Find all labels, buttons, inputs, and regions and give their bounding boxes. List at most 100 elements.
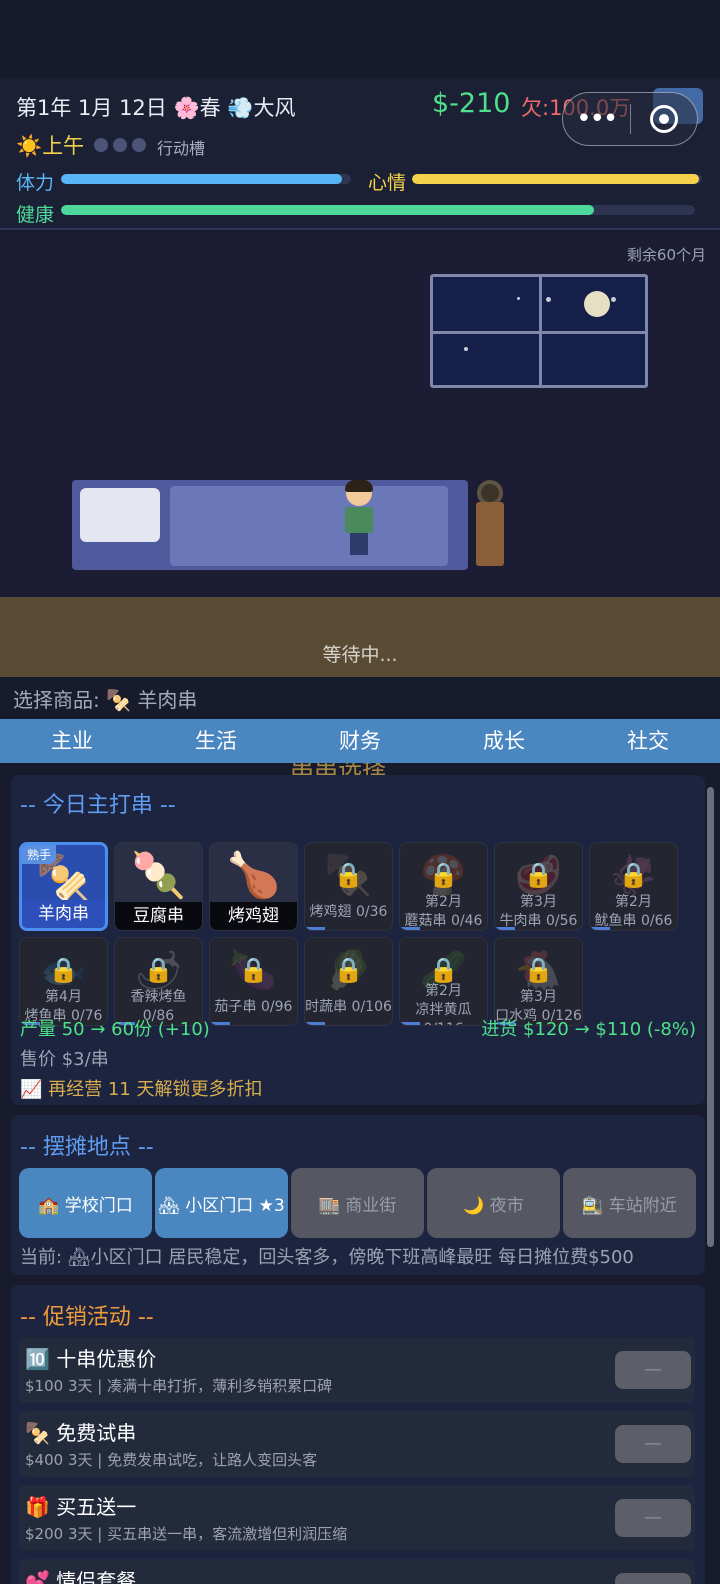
unlock-condition: 第2月: [425, 894, 462, 910]
location-button[interactable]: 🚉 车站附近: [563, 1168, 696, 1238]
content-scrollbar[interactable]: [707, 787, 714, 1247]
action-slot-dots: [94, 138, 146, 152]
time-of-day: ☀️上午: [16, 134, 85, 158]
skewer-card[interactable]: 🍗 烤鸡翅: [209, 842, 298, 931]
bed: [72, 480, 468, 570]
unlock-condition: 香辣烤鱼: [130, 989, 187, 1005]
location-button[interactable]: 🌙 夜市: [427, 1168, 560, 1238]
promotion-title: 🔟 十串优惠价: [25, 1347, 157, 1371]
skewer-name: 羊肉串: [22, 900, 105, 928]
skewer-icon: 🍗: [226, 850, 281, 901]
skewer-card[interactable]: 🥩 🔒 第3月 牛肉串 0/56: [494, 842, 583, 931]
unlock-condition: 第3月: [520, 894, 557, 910]
promotion-description: $200 3天 | 买五串送一串，客流激增但利润压缩: [25, 1525, 348, 1543]
promotion-action-button[interactable]: —: [615, 1425, 691, 1463]
lock-icon: 🔒: [238, 956, 269, 984]
unlock-progress-bar: [590, 927, 610, 930]
price-line: 售价 $3/串: [20, 1049, 109, 1070]
tab-life[interactable]: 生活: [144, 719, 288, 763]
blanket: [170, 486, 448, 566]
miniprogram-capsule: •••: [562, 92, 698, 146]
promotion-title: 💕 情侣套餐: [25, 1569, 137, 1584]
unlock-condition: 第3月: [520, 989, 557, 1005]
unlock-condition: 第4月: [45, 989, 82, 1005]
status-bar-area: [0, 0, 720, 78]
skewer-card[interactable]: 🍡 豆腐串: [114, 842, 203, 931]
tab-main-business[interactable]: 主业: [0, 719, 144, 763]
more-options-button[interactable]: •••: [563, 104, 630, 134]
location-panel-header: -- 摆摊地点 --: [20, 1135, 154, 1160]
health-label: 健康: [16, 204, 55, 226]
mood-label: 心情: [368, 172, 407, 194]
lock-icon: 🔒: [523, 861, 554, 889]
skewer-panel-header: -- 今日主打串 --: [20, 793, 176, 818]
unlock-progress-bar: [400, 1022, 420, 1025]
tab-finance[interactable]: 财务: [288, 719, 432, 763]
promotion-description: $400 3天 | 免费发串试吃，让路人变回头客: [25, 1451, 318, 1469]
mood-bar: [412, 174, 702, 184]
night-window: [430, 274, 648, 388]
player-character: [339, 480, 379, 560]
skewer-card[interactable]: 🐟 🔒 第4月 烤鱼串 0/76: [19, 937, 108, 1026]
purchase-line: 进货 $120 → $110 (-8%): [481, 1019, 696, 1040]
tab-content: 串串选择 -- 今日主打串 -- 🍢 熟手 羊肉串 🍡 豆腐串 🍗 烤鸡翅 🍢 🔒 烤鸡翅 0/3…: [0, 763, 720, 1584]
room-scene: 剩余60个月 等待中...: [0, 232, 720, 677]
output-line: 产量 50 → 60份 (+10): [20, 1019, 210, 1040]
moon-icon: [584, 291, 610, 317]
skewer-card[interactable]: 🍆 🔒 茄子串 0/96: [209, 937, 298, 1026]
promotion-panel-header: -- 促销活动 --: [20, 1305, 154, 1330]
skewer-card[interactable]: 🥒🔒第2月凉拌黄瓜0/116: [399, 937, 488, 1026]
promotion-item: 🍢 免费试串 $400 3天 | 免费发串试吃，让路人变回头客 —: [19, 1411, 695, 1477]
skewer-card[interactable]: 🍄 🔒 第2月 蘑菇串 0/46: [399, 842, 488, 931]
lock-icon: 🔒: [428, 861, 459, 889]
unlock-hint: 📈 再经营 11 天解锁更多折扣: [20, 1079, 263, 1100]
skewer-card[interactable]: 🍢 熟手 羊肉串: [19, 842, 108, 931]
promotion-action-button[interactable]: —: [615, 1499, 691, 1537]
current-location-line: 当前: 🏘小区门口 居民稳定，回头客多，傍晚下班高峰最旺 每日摊位费$500: [20, 1247, 634, 1268]
action-slot-dot: [113, 138, 127, 152]
star-icon: [611, 297, 616, 302]
game-screen: 第1年 1月 12日 🌸春 💨大风 $-210 欠:100.0万 ☀️上午 行动…: [0, 0, 720, 1584]
skewer-card[interactable]: 🌶 🔒 香辣烤鱼 0/86: [114, 937, 203, 1026]
skewer-card[interactable]: 🍢 🔒 烤鸡翅 0/36: [304, 842, 393, 931]
health-bar-fill: [61, 205, 594, 215]
close-miniprogram-button[interactable]: [631, 105, 698, 133]
location-button[interactable]: 🏫 学校门口: [19, 1168, 152, 1238]
stamina-bar-fill: [61, 174, 343, 184]
unlock-progress-bar: [400, 927, 420, 930]
bedside-lamp: [476, 502, 504, 566]
action-slot-dot: [94, 138, 108, 152]
promotion-action-button[interactable]: —: [615, 1351, 691, 1389]
action-slot-dot: [132, 138, 146, 152]
unlock-condition: 第2月: [425, 983, 462, 999]
unlock-progress-bar: [305, 1022, 325, 1025]
skewer-card[interactable]: 🦑 🔒 第2月 鱿鱼串 0/66: [589, 842, 678, 931]
lock-icon: 🔒: [143, 956, 174, 984]
promotion-description: $100 3天 | 凑满十串打折，薄利多销积累口碑: [25, 1377, 333, 1395]
skill-badge: 熟手: [22, 845, 57, 864]
unlock-progress-bar: [210, 1022, 230, 1025]
location-button[interactable]: 🏘 小区门口 ★3: [155, 1168, 288, 1238]
skewer-card[interactable]: 🐔 🔒 第3月 口水鸡 0/126: [494, 937, 583, 1026]
skewer-card[interactable]: 🥬 🔒 时蔬串 0/106: [304, 937, 393, 1026]
money-display: $-210: [432, 88, 511, 119]
stamina-label: 体力: [16, 172, 55, 194]
tab-social[interactable]: 社交: [576, 719, 720, 763]
months-remaining: 剩余60个月: [626, 246, 706, 264]
promotion-item: 🔟 十串优惠价 $100 3天 | 凑满十串打折，薄利多销积累口碑 —: [19, 1337, 695, 1403]
tab-growth[interactable]: 成长: [432, 719, 576, 763]
skewer-name: 豆腐串: [115, 902, 202, 930]
action-slot-label: 行动槽: [157, 139, 206, 158]
lock-icon: 🔒: [333, 956, 364, 984]
lock-icon: 🔒: [618, 861, 649, 889]
promotion-title: 🍢 免费试串: [25, 1421, 137, 1445]
promotion-item: 🎁 买五送一 $200 3天 | 买五串送一串，客流激增但利润压缩 —: [19, 1485, 695, 1551]
lock-icon: 🔒: [428, 956, 459, 984]
promotion-title: 🎁 买五送一: [25, 1495, 137, 1519]
promotion-action-button[interactable]: —: [615, 1573, 691, 1584]
star-icon: [546, 297, 551, 302]
locked-skewer-label: 烤鸡翅 0/36: [309, 904, 388, 920]
location-button[interactable]: 🏬 商业街: [291, 1168, 424, 1238]
stamina-bar: [61, 174, 351, 184]
selected-product-line: 选择商品: 🍢 羊肉串: [0, 682, 720, 718]
